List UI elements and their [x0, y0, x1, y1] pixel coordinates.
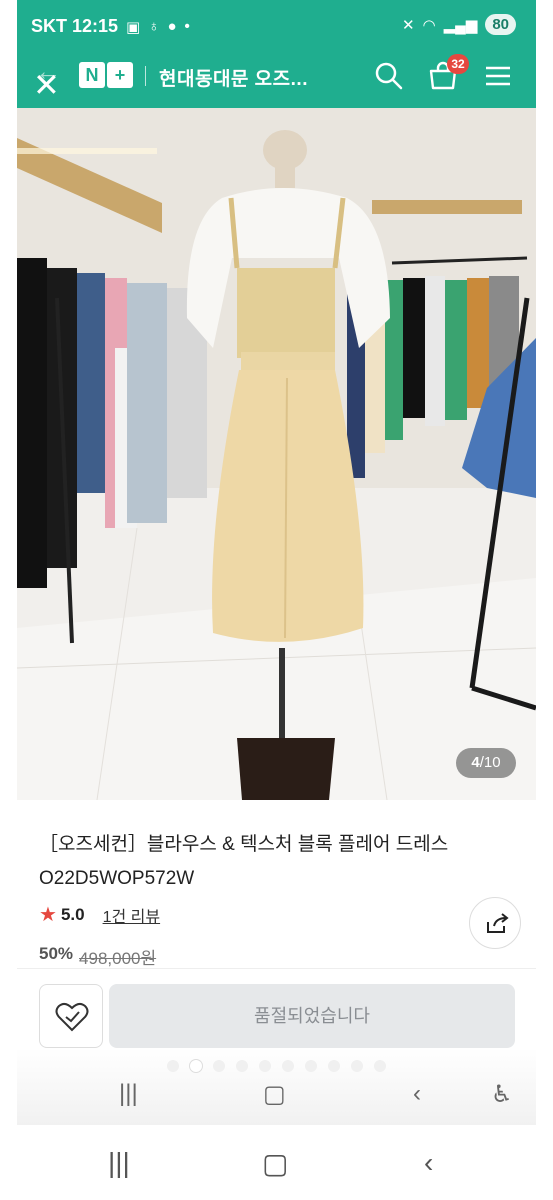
- status-right: ✕ ◠ ▂▄▆ 80: [402, 14, 516, 35]
- home-icon[interactable]: ▢: [263, 1080, 286, 1109]
- mute-icon: ✕: [401, 16, 415, 34]
- sold-out-button[interactable]: 품절되었습니다: [109, 984, 515, 1048]
- system-back-icon[interactable]: ‹: [424, 1147, 433, 1179]
- rating-row: ★ 5.0 1건 리뷰: [39, 902, 160, 927]
- discount-rate: 50%: [39, 944, 74, 963]
- logo-n: N: [79, 62, 105, 88]
- recent-apps-icon[interactable]: |||: [119, 1080, 138, 1108]
- share-icon: [487, 913, 509, 933]
- page-dot: [213, 1060, 225, 1072]
- page-indicator-dots: [17, 1060, 536, 1078]
- close-icon[interactable]: ✕: [33, 69, 63, 101]
- logo-plus: +: [107, 62, 133, 88]
- star-icon: ★: [39, 904, 57, 926]
- product-info: ［오즈세컨］블라우스 & 텍스처 블록 플레어 드레스 O22D5WOP572W…: [17, 800, 536, 970]
- signal-icon: ▂▄▆: [443, 16, 478, 34]
- page-dot: [374, 1060, 386, 1072]
- original-price: 498,000원: [79, 949, 157, 968]
- page-dot: [236, 1060, 248, 1072]
- header-divider: [145, 66, 146, 86]
- product-image[interactable]: 4/10: [17, 108, 536, 800]
- status-left: SKT 12:15 ▣ ♁ ● •: [31, 16, 190, 37]
- battery-indicator: 80: [485, 14, 516, 35]
- page-dot: [167, 1060, 179, 1072]
- system-navigation-bar: ||| ▢ ‹: [0, 1125, 553, 1200]
- more-dot-icon: •: [184, 18, 190, 35]
- rating-score: 5.0: [60, 904, 85, 924]
- top-bar: SKT 12:15 ▣ ♁ ● • ✕ ◠ ▂▄▆ 80 ← ✕ N + 현대동…: [17, 0, 536, 108]
- page-dot: [282, 1060, 294, 1072]
- cart-count-badge: 32: [447, 54, 469, 74]
- product-photo-illustration: [17, 108, 536, 800]
- accessibility-icon[interactable]: ♿: [491, 1080, 513, 1109]
- search-icon[interactable]: [373, 60, 405, 92]
- app-frame: SKT 12:15 ▣ ♁ ● • ✕ ◠ ▂▄▆ 80 ← ✕ N + 현대동…: [17, 0, 536, 1125]
- page-dot: [328, 1060, 340, 1072]
- carrier-time: SKT 12:15: [31, 16, 119, 36]
- notification-icon: ♁: [148, 18, 160, 35]
- system-recent-apps-icon[interactable]: |||: [108, 1147, 130, 1179]
- system-home-icon[interactable]: ▢: [262, 1147, 288, 1180]
- image-counter-total: 10: [483, 754, 501, 771]
- share-button[interactable]: [469, 897, 521, 949]
- cart-button[interactable]: 32: [427, 54, 469, 92]
- wishlist-button[interactable]: [39, 984, 103, 1048]
- status-bar: SKT 12:15 ▣ ♁ ● • ✕ ◠ ▂▄▆ 80: [17, 0, 536, 50]
- app-header: ← ✕ N + 현대동대문 오즈... 32: [17, 50, 536, 108]
- page-dot: [259, 1060, 271, 1072]
- back-icon[interactable]: ‹: [413, 1080, 421, 1108]
- store-title[interactable]: 현대동대문 오즈...: [159, 64, 308, 91]
- wifi-icon: ◠: [422, 16, 436, 34]
- product-name: ［오즈세컨］블라우스 & 텍스처 블록 플레어 드레스 O22D5WOP572W: [39, 834, 449, 889]
- image-counter: 4/10: [456, 748, 516, 778]
- purchase-action-bar: 품절되었습니다: [17, 968, 536, 1048]
- nplus-logo[interactable]: N +: [79, 62, 133, 88]
- heart-check-icon: [55, 1002, 89, 1032]
- page-dot: [351, 1060, 363, 1072]
- talk-icon: ●: [167, 18, 177, 35]
- hamburger-menu-icon[interactable]: [483, 62, 513, 90]
- page-dot-active: [190, 1060, 202, 1072]
- image-counter-current: 4: [471, 754, 480, 771]
- price-row: 50% 498,000원: [39, 944, 156, 969]
- page-dot: [305, 1060, 317, 1072]
- screenshot-icon: ▣: [126, 18, 141, 36]
- review-count-link[interactable]: 1건 리뷰: [103, 903, 161, 927]
